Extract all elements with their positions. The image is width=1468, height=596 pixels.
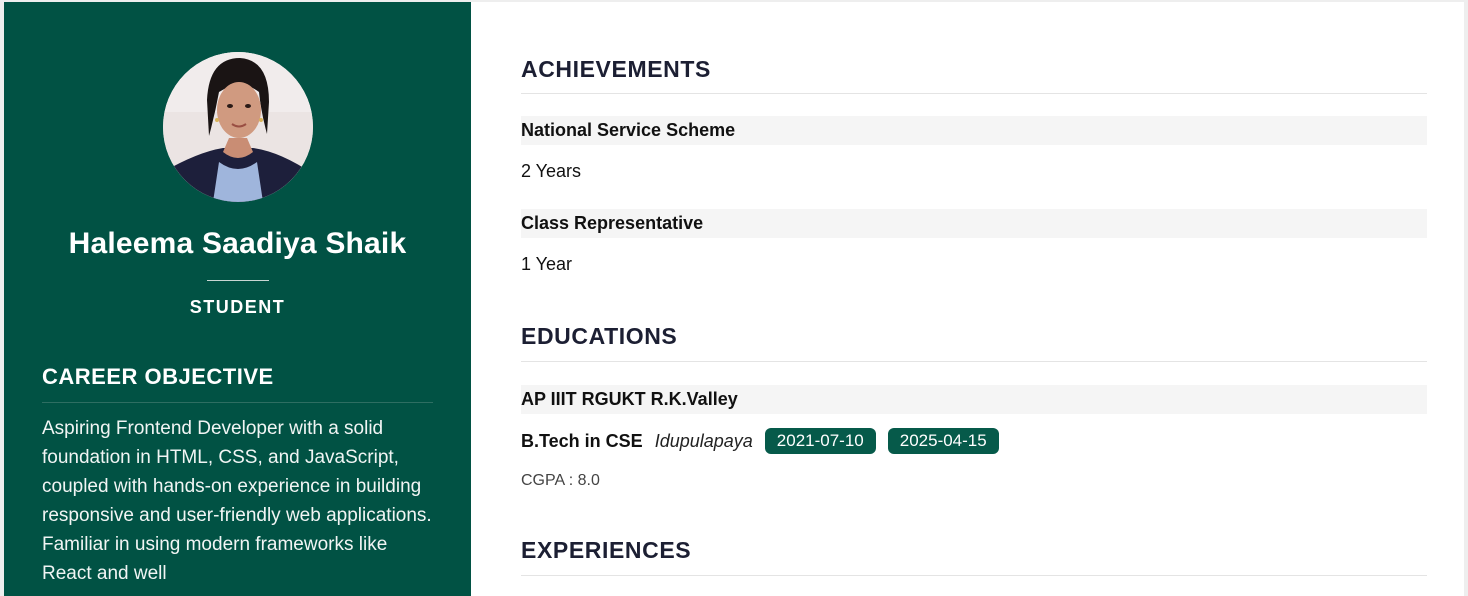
educations-divider — [521, 361, 1427, 362]
education-cgpa: CGPA : 8.0 — [521, 472, 600, 489]
experiences-heading: EXPERIENCES — [521, 537, 692, 563]
education-institution: AP IIIT RGUKT R.K.Valley — [521, 389, 738, 409]
achievement-item: Class Representative — [521, 209, 1427, 238]
education-item: AP IIIT RGUKT R.K.Valley — [521, 385, 1427, 414]
profile-sidebar: Haleema Saadiya Shaik STUDENT CAREER OBJ… — [4, 2, 471, 596]
education-end-date-badge: 2025-04-15 — [887, 428, 999, 454]
achievement-duration: 2 Years — [521, 161, 582, 181]
career-objective-text: Aspiring Frontend Developer with a solid… — [42, 418, 432, 584]
achievements-heading: ACHIEVEMENTS — [521, 56, 711, 82]
profile-photo — [163, 52, 313, 202]
education-location: Idupulapaya — [654, 430, 753, 451]
career-objective-divider — [42, 402, 433, 403]
achievement-duration: 1 Year — [521, 254, 573, 274]
education-details: B.Tech in CSE Idupulapaya 2021-07-10 202… — [521, 426, 999, 456]
achievement-title: National Service Scheme — [521, 120, 736, 140]
educations-heading: EDUCATIONS — [521, 323, 678, 349]
achievements-divider — [521, 93, 1427, 94]
education-start-date-badge: 2021-07-10 — [764, 428, 876, 454]
profile-name: Haleema Saadiya Shaik — [68, 227, 407, 260]
resume-main: ACHIEVEMENTS National Service Scheme 2 Y… — [521, 2, 1427, 596]
achievement-item: National Service Scheme — [521, 116, 1427, 145]
name-divider — [207, 280, 269, 281]
profile-role: STUDENT — [189, 297, 286, 317]
career-objective-heading: CAREER OBJECTIVE — [42, 364, 274, 389]
education-degree: B.Tech in CSE — [521, 430, 643, 451]
experiences-divider — [521, 575, 1427, 576]
achievement-title: Class Representative — [521, 213, 704, 233]
resume-page: Haleema Saadiya Shaik STUDENT CAREER OBJ… — [4, 2, 1464, 596]
